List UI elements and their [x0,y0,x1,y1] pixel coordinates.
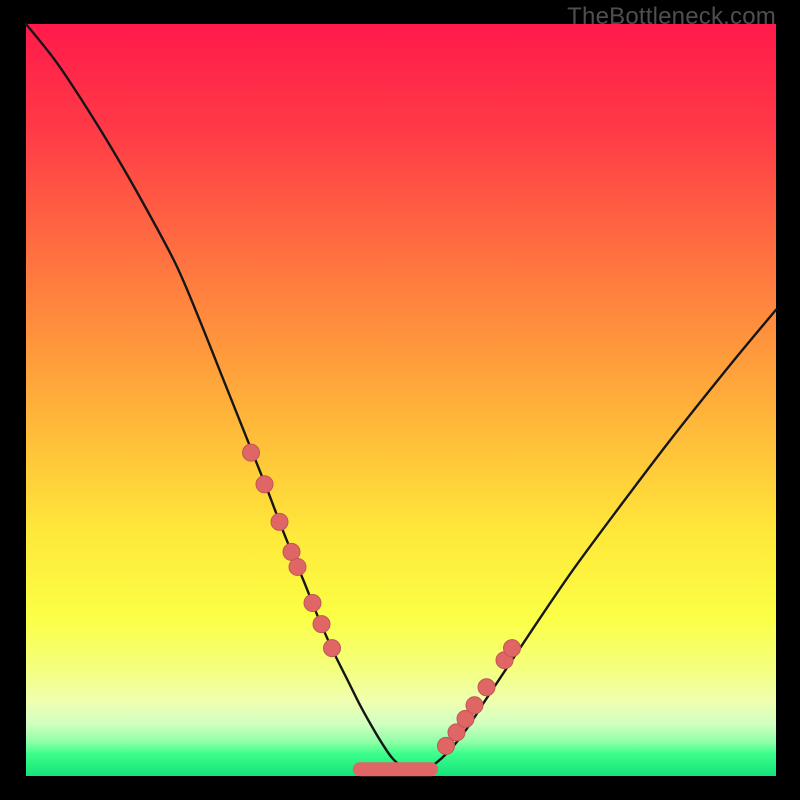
chart-frame: TheBottleneck.com [0,0,800,800]
curve-marker [324,640,341,657]
curve-marker [256,476,273,493]
curve-layer [26,24,776,776]
curve-marker [313,616,330,633]
curve-marker [243,444,260,461]
marker-group [243,444,521,754]
curve-marker [289,558,306,575]
curve-marker [283,543,300,560]
bottleneck-curve [26,24,776,772]
curve-marker [478,679,495,696]
curve-marker [504,640,521,657]
curve-marker [304,595,321,612]
curve-marker [466,697,483,714]
plot-area [26,24,776,776]
watermark-text: TheBottleneck.com [567,3,776,31]
curve-marker [271,513,288,530]
